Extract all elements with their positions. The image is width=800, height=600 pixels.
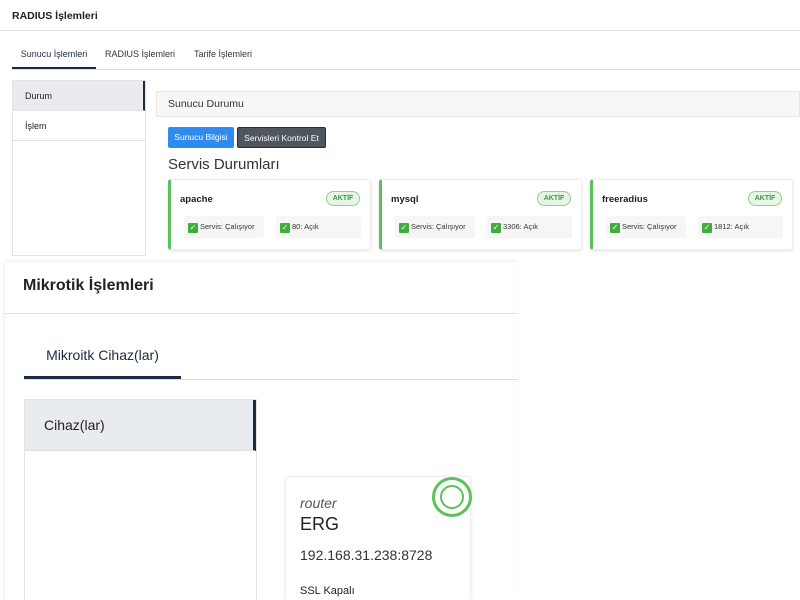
port-open-label: 80: Açık bbox=[292, 222, 319, 231]
service-running-label: Servis: Çalışıyor bbox=[622, 222, 677, 231]
check-icon: ✓ bbox=[188, 223, 198, 233]
service-name: freeradius bbox=[602, 194, 648, 205]
server-status-card-title: Sunucu Durumu bbox=[156, 91, 800, 117]
tab-sunucu-islemleri[interactable]: Sunucu İşlemleri bbox=[12, 38, 96, 69]
check-icon: ✓ bbox=[399, 223, 409, 233]
radius-tabs: Sunucu İşlemleri RADIUS İşlemleri Tarife… bbox=[12, 38, 800, 70]
sidebar-item-durum[interactable]: Durum bbox=[13, 81, 145, 111]
service-running-chip: ✓ Servis: Çalışıyor bbox=[606, 216, 686, 238]
mikrotik-sidebar: Cihaz(lar) bbox=[24, 399, 257, 600]
status-badge: AKTİF bbox=[537, 191, 571, 206]
status-badge: AKTİF bbox=[748, 191, 782, 206]
tab-tarife-islemleri[interactable]: Tarife İşlemleri bbox=[190, 38, 256, 69]
service-status-title: Servis Durumları bbox=[168, 156, 280, 173]
radius-page-title: RADIUS İşlemleri bbox=[12, 10, 98, 22]
device-ssl-status: SSL Kapalı bbox=[300, 585, 355, 597]
service-name: apache bbox=[180, 194, 213, 205]
service-card-mysql: mysql AKTİF ✓ Servis: Çalışıyor ✓ 3306: Aç… bbox=[379, 179, 582, 250]
check-icon: ✓ bbox=[280, 223, 290, 233]
sidebar-item-islem[interactable]: İşlem bbox=[13, 111, 145, 141]
radius-panel: RADIUS İşlemleri Sunucu İşlemleri RADIUS… bbox=[0, 0, 800, 258]
check-icon: ✓ bbox=[491, 223, 501, 233]
port-open-chip: ✓ 3306: Açık bbox=[487, 216, 572, 238]
service-running-label: Servis: Çalışıyor bbox=[200, 222, 255, 231]
radius-content: Sunucu Durumu Sunucu Bilgisi Servisleri … bbox=[156, 80, 800, 258]
mikrotik-tabs: Mikroitk Cihaz(lar) bbox=[24, 335, 518, 380]
service-card-apache: apache AKTİF ✓ Servis: Çalışıyor ✓ 80: Açı… bbox=[168, 179, 371, 250]
server-info-button[interactable]: Sunucu Bilgisi bbox=[168, 127, 234, 148]
tab-mikrotik-devices[interactable]: Mikroitk Cihaz(lar) bbox=[24, 335, 181, 379]
device-type: router bbox=[300, 495, 337, 511]
mikrotik-page-title: Mikrotik İşlemleri bbox=[23, 277, 154, 294]
port-open-label: 3306: Açık bbox=[503, 222, 539, 231]
service-card-freeradius: freeradius AKTİF ✓ Servis: Çalışıyor ✓ 181… bbox=[590, 179, 793, 250]
port-open-chip: ✓ 1812: Açık bbox=[698, 216, 783, 238]
check-icon: ✓ bbox=[610, 223, 620, 233]
port-open-chip: ✓ 80: Açık bbox=[276, 216, 361, 238]
radius-sidebar: Durum İşlem bbox=[12, 80, 146, 256]
status-badge: AKTİF bbox=[326, 191, 360, 206]
device-card[interactable]: router ERG 192.168.31.238:8728 SSL Kapal… bbox=[285, 476, 472, 600]
port-open-label: 1812: Açık bbox=[714, 222, 750, 231]
online-status-icon bbox=[432, 477, 472, 517]
mikrotik-panel: Mikrotik İşlemleri Mikroitk Cihaz(lar) C… bbox=[5, 262, 518, 600]
device-name: ERG bbox=[300, 514, 340, 534]
check-icon: ✓ bbox=[702, 223, 712, 233]
radius-header: RADIUS İşlemleri bbox=[0, 0, 800, 31]
tab-radius-islemleri[interactable]: RADIUS İşlemleri bbox=[102, 38, 178, 69]
service-running-label: Servis: Çalışıyor bbox=[411, 222, 466, 231]
service-running-chip: ✓ Servis: Çalışıyor bbox=[395, 216, 475, 238]
device-address: 192.168.31.238:8728 bbox=[300, 547, 433, 563]
check-services-button[interactable]: Servisleri Kontrol Et bbox=[237, 127, 326, 148]
mikrotik-header: Mikrotik İşlemleri bbox=[5, 262, 518, 314]
sidebar-item-devices[interactable]: Cihaz(lar) bbox=[25, 400, 256, 451]
service-running-chip: ✓ Servis: Çalışıyor bbox=[184, 216, 264, 238]
service-name: mysql bbox=[391, 194, 419, 205]
